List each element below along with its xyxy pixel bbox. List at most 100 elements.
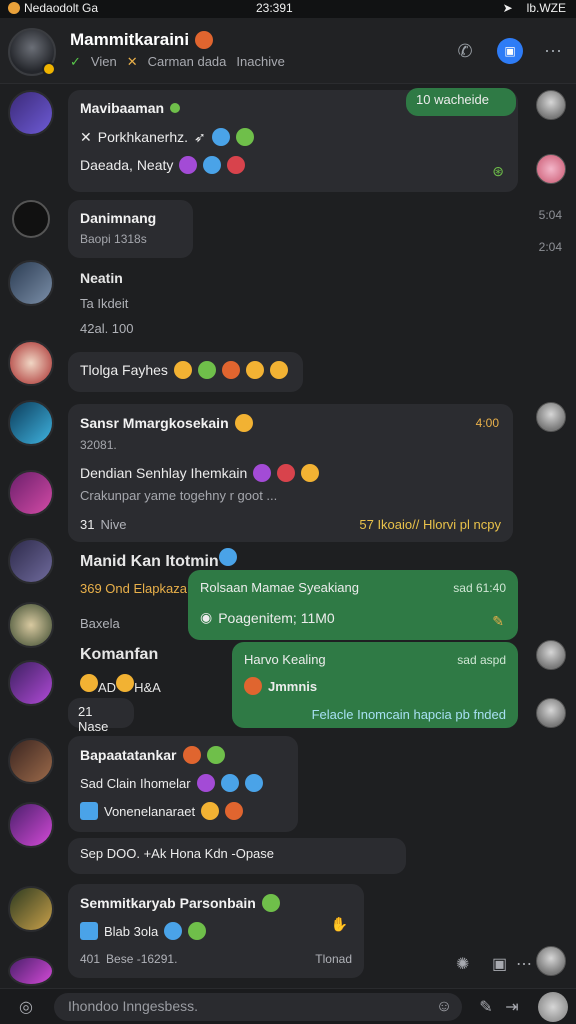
reaction-icon[interactable]: ✋ (331, 916, 348, 933)
file-icon (80, 802, 98, 820)
status-emoji-icon (8, 2, 20, 14)
gallery-icon[interactable]: ▣ (492, 954, 507, 974)
emoji-icon (235, 128, 254, 146)
timestamp: sad aspd (457, 652, 506, 667)
message-line: Dendian Senhlay Ihemkain (80, 465, 248, 481)
emoji-icon (245, 361, 264, 379)
reader-avatar (536, 154, 566, 184)
emoji-icon (201, 802, 220, 820)
chat-title[interactable]: Mammitkaraini (70, 30, 214, 50)
avatar-icon (244, 677, 262, 695)
online-dot-icon (170, 103, 181, 113)
emoji-icon (196, 774, 215, 792)
sender-name: Danimnang (80, 210, 157, 226)
message-bubble[interactable]: Sansr Mmargkosekain 4:00 32081. Dendian … (68, 404, 513, 542)
emoji-icon (195, 31, 214, 49)
emoji-icon (206, 746, 225, 764)
timestamp: sad 61:40 (453, 580, 506, 595)
sender-avatar[interactable] (8, 738, 54, 784)
navigation-arrow-icon: ➤ (502, 1, 513, 15)
message-bubble[interactable]: Danimnang Baopi 1318s (68, 200, 193, 258)
message-text: Sep DOO. +Ak Hona Kdn -Opase (80, 846, 275, 861)
footer-count: 401 (80, 952, 101, 966)
message-meta: 32081. (80, 438, 117, 452)
sender-avatar[interactable] (8, 90, 54, 136)
footer-text: Nive (100, 517, 127, 532)
attach-icon[interactable]: ◎ (14, 995, 38, 1019)
pen-icon[interactable]: ✎ (474, 995, 498, 1019)
sender-name: Mavibaaman (80, 100, 165, 116)
sender-avatar[interactable] (8, 470, 54, 516)
reader-avatar (536, 698, 566, 728)
reader-avatar (536, 946, 566, 976)
sender-name: Bapaatatankar (80, 747, 177, 763)
sender-avatar[interactable] (8, 886, 54, 932)
forward-icon[interactable]: ⇥ (500, 995, 524, 1019)
footer-link[interactable]: 57 Ikoaio// Hlorvi pl ncpy (359, 517, 501, 532)
call-icon[interactable]: ✆ (452, 38, 478, 64)
sender-name: Komanfan (80, 646, 159, 663)
emoji-icon[interactable]: ☺ (432, 995, 456, 1019)
message-bubble[interactable]: Sep DOO. +Ak Hona Kdn -Opase (68, 838, 406, 874)
message-bubble[interactable]: Semmitkaryab Parsonbain Blab 3ola 401 Bes… (68, 884, 364, 978)
sender-avatar[interactable] (8, 802, 54, 848)
sender-avatar[interactable] (8, 260, 54, 306)
emoji-icon (277, 464, 296, 482)
check-icon: ✓ (70, 54, 81, 69)
reaction-icon[interactable]: ⊛ (492, 163, 504, 180)
status-time: 23:391 (256, 1, 293, 15)
sender-avatar[interactable] (8, 538, 54, 584)
message-text: Tlolga Fayhes (80, 362, 168, 378)
more-icon[interactable]: ⋯ (516, 954, 532, 974)
sender-avatar[interactable] (8, 400, 54, 446)
reply-pill[interactable]: 10 wacheide (406, 88, 516, 116)
sender-name: Manid Kan Itotmin (80, 553, 219, 570)
message-bubble[interactable]: 21 Nase (68, 698, 134, 734)
message-meta: Baopi 1318s (80, 232, 147, 246)
camera-icon[interactable] (12, 200, 50, 238)
video-call-icon[interactable]: ▣ (497, 38, 523, 64)
more-options-icon[interactable]: ⋯ (540, 38, 566, 64)
emoji-icon (211, 128, 230, 146)
message-meta: 42al. 100 (80, 321, 134, 336)
footer-count: 31 (80, 517, 95, 532)
sender-avatar[interactable] (8, 602, 54, 648)
outgoing-bubble[interactable]: Harvo Kealing sad aspd Jmmnis Felacle Ino… (232, 642, 518, 728)
user-avatar[interactable] (538, 992, 568, 1022)
status-bar: Nedaodolt Ga 23:391 ➤ lb.WZE (0, 0, 576, 18)
reader-avatar (536, 640, 566, 670)
message-input[interactable]: Ihondoo Inngesbess. (54, 993, 462, 1021)
sender-name: Sansr Mmargkosekain (80, 415, 229, 431)
sender-avatar[interactable] (8, 660, 54, 706)
message-bubble[interactable]: Bapaatatankar Sad Clain Ihomelar Vonenel… (68, 736, 298, 832)
sender-avatar[interactable] (8, 340, 54, 386)
sender-avatar[interactable] (8, 956, 54, 986)
emoji-icon (203, 156, 222, 174)
emoji-icon (197, 361, 216, 379)
outgoing-bubble[interactable]: Rolsaan Mamae Syeakiang sad 61:40 ◉ Poagen… (188, 570, 518, 640)
plain-message[interactable]: Neatin Ta Ikdeit 42al. 100 (80, 270, 134, 336)
message-description: Crakunpar yame togehny r goot ... (80, 488, 278, 503)
message-line: Blab 3ola (104, 923, 159, 939)
reader-avatar (536, 402, 566, 432)
footer-link[interactable]: Felacle Inomcain hapcia pb fnded (244, 707, 506, 722)
plain-message[interactable]: Komanfan AD H&A (80, 646, 161, 695)
reader-avatar (536, 90, 566, 120)
subtitle-part-1: Vien (90, 54, 117, 69)
message-bubble[interactable]: Tlolga Fayhes (68, 352, 303, 392)
emoji-icon (80, 674, 98, 692)
sticker-icon[interactable]: ✺ (456, 954, 469, 974)
message-line: Jmmnis (268, 678, 318, 694)
message-line: Daeada, Neaty (80, 157, 174, 173)
message-title: Rolsaan Mamae Syeakiang (200, 580, 359, 595)
chat-title-text: Mammitkaraini (70, 30, 190, 49)
emoji-icon (116, 674, 135, 692)
arrow-icon: ➶ (194, 128, 206, 145)
status-right-text: lb.WZE (526, 1, 566, 15)
file-icon (80, 922, 98, 940)
subtitle-part-3: Inachive (236, 54, 285, 69)
message-meta: Ta Ikdeit (80, 296, 129, 311)
reaction-icon[interactable]: ✎ (492, 613, 504, 630)
emoji-icon (182, 746, 201, 764)
status-left-text: Nedaodolt Ga (24, 1, 99, 15)
